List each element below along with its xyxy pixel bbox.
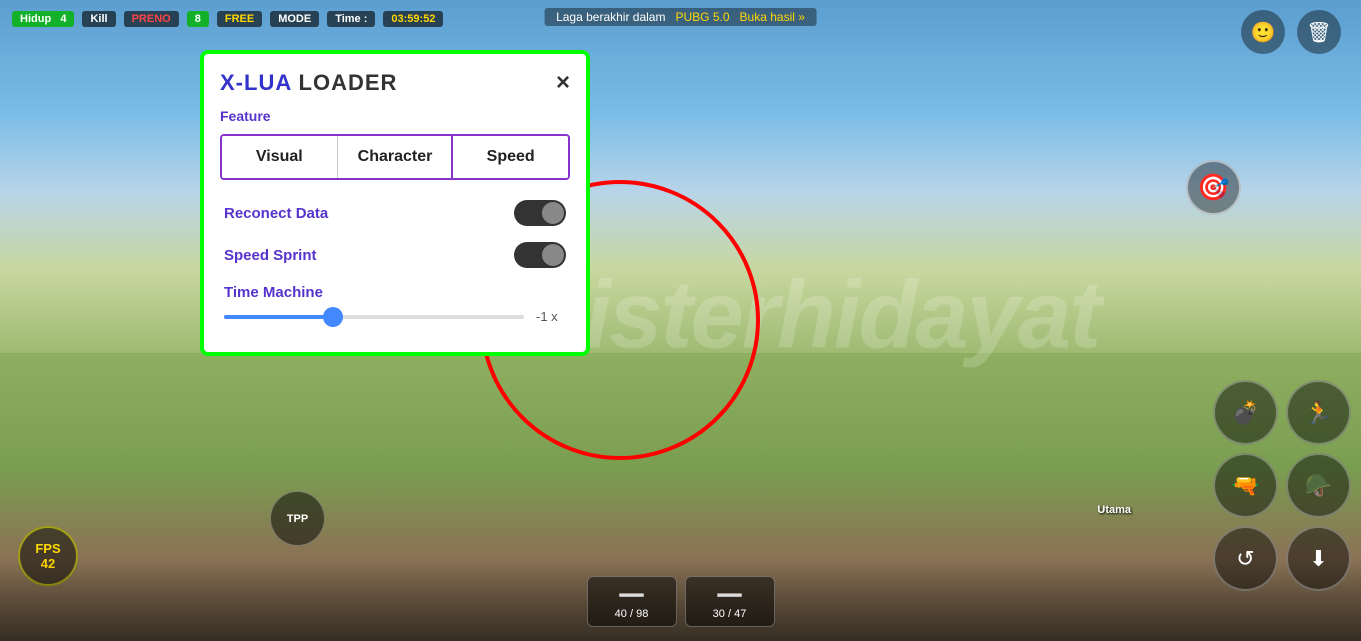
prone-button[interactable]: 🪖 (1286, 453, 1351, 518)
slider-thumb[interactable] (323, 307, 343, 327)
hidup-badge: Hidup 4 (12, 11, 74, 27)
center-message: Laga berakhir dalam PUBG 5.0 Buka hasil … (544, 8, 817, 26)
slider-container: -1 x (224, 309, 566, 324)
slider-fill (224, 315, 329, 319)
modal-title: X-LUA LOADER (220, 70, 397, 96)
feature-section-label: Feature (220, 108, 570, 124)
speed-sprint-row: Speed Sprint (220, 242, 570, 268)
tpp-button[interactable]: TPP (270, 491, 325, 546)
tab-container: Visual Character Speed (220, 134, 570, 180)
tab-character[interactable]: Character (338, 136, 454, 178)
hud-bottom: ━━ 40 / 98 ━━ 30 / 47 (0, 561, 1361, 641)
modal-title-main: LOADER (299, 70, 398, 95)
score-badge: 8 (187, 11, 209, 27)
mode-value-badge: MODE (270, 11, 319, 27)
time-label-badge: Time : (327, 11, 375, 27)
speed-sprint-label: Speed Sprint (224, 247, 317, 264)
jump-button[interactable]: 🏃 (1286, 380, 1351, 445)
emoji-icon[interactable]: 🙂 (1241, 10, 1285, 54)
weapon-ammo-1: 40 / 98 (615, 608, 649, 620)
weapon-ammo-2: 30 / 47 (713, 608, 747, 620)
tab-speed[interactable]: Speed (451, 134, 570, 180)
tab-visual[interactable]: Visual (222, 136, 338, 178)
slider-track[interactable] (224, 315, 524, 319)
weapon-slot-2[interactable]: ━━ 30 / 47 (685, 576, 775, 627)
hud-top-right: 🙂 🗑 (1241, 10, 1341, 54)
utama-label: Utama (1097, 504, 1131, 516)
reload-button[interactable]: ↺ (1213, 526, 1278, 591)
reconnect-label: Reconect Data (224, 205, 328, 222)
xlua-modal: X-LUA LOADER × Feature Visual Character … (200, 50, 590, 356)
weapon-icon-1: ━━ (619, 583, 643, 608)
kill-badge: Kill (82, 11, 115, 27)
reconnect-row: Reconect Data (220, 200, 570, 226)
scope-icon[interactable]: 🎯 (1186, 160, 1241, 215)
hud-right-row-1: 💣 🏃 (1213, 380, 1351, 445)
reconnect-toggle[interactable] (514, 200, 566, 226)
grenade-button[interactable]: 💣 (1213, 380, 1278, 445)
modal-header: X-LUA LOADER × (220, 70, 570, 96)
time-machine-label: Time Machine (224, 284, 566, 301)
mode-badge: FREE (217, 11, 262, 27)
weapon-slot-1[interactable]: ━━ 40 / 98 (587, 576, 677, 627)
hud-right-row-3: ↺ ⬇ (1213, 526, 1351, 591)
bullet-button[interactable]: 🔫 (1213, 453, 1278, 518)
hud-right-row-2: 🔫 🪖 (1213, 453, 1351, 518)
trash-icon[interactable]: 🗑 (1297, 10, 1341, 54)
slider-value: -1 x (536, 309, 566, 324)
preno-badge: PRENO (124, 11, 179, 27)
weapon-icon-2: ━━ (717, 583, 741, 608)
crouch-button[interactable]: ⬇ (1286, 526, 1351, 591)
speed-sprint-toggle[interactable] (514, 242, 566, 268)
time-machine-row: Time Machine -1 x (220, 284, 570, 324)
modal-close-button[interactable]: × (556, 71, 570, 95)
time-value-badge: 03:59:52 (383, 11, 443, 27)
hud-right-buttons: 💣 🏃 🔫 🪖 ↺ ⬇ (1213, 380, 1351, 591)
modal-title-prefix: X-LUA (220, 70, 299, 95)
